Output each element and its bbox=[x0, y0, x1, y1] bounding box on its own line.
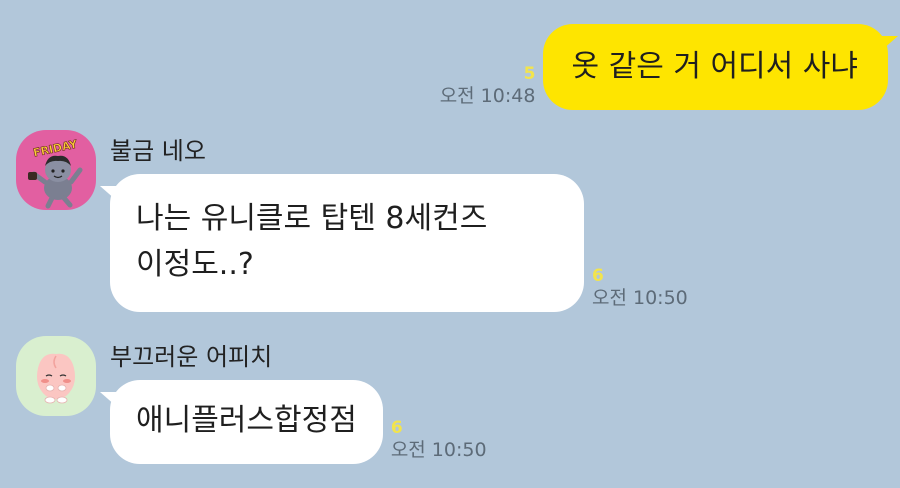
message-meta: 6 오전 10:50 bbox=[391, 418, 487, 462]
message-body: 부끄러운 어피치 애니플러스합정점 6 오전 10:50 bbox=[100, 336, 487, 464]
received-bubble[interactable]: 나는 유니클로 탑텐 8세컨즈 이정도..? bbox=[100, 174, 584, 312]
message-text-line: 나는 유니클로 탑텐 8세컨즈 bbox=[136, 201, 488, 236]
message-received: FRIDAY 불금 네오 나는 유니클로 탑텐 8세컨즈 이정도..? 6 오전… bbox=[16, 130, 688, 312]
unread-count: 5 bbox=[523, 64, 536, 84]
message-line: 나는 유니클로 탑텐 8세컨즈 이정도..? 6 오전 10:50 bbox=[100, 174, 688, 312]
sender-name[interactable]: 불금 네오 bbox=[110, 136, 688, 166]
message-received: 부끄러운 어피치 애니플러스합정점 6 오전 10:50 bbox=[16, 336, 487, 464]
message-body: 불금 네오 나는 유니클로 탑텐 8세컨즈 이정도..? 6 오전 10:50 bbox=[100, 130, 688, 312]
received-bubble[interactable]: 애니플러스합정점 bbox=[100, 380, 383, 464]
unread-count: 6 bbox=[390, 418, 403, 438]
message-text-line: 이정도..? bbox=[136, 247, 254, 282]
message-time: 오전 10:50 bbox=[592, 287, 688, 309]
chat-room: 5 오전 10:48 옷 같은 거 어디서 사냐 FRIDAY 불금 네오 나는… bbox=[0, 0, 900, 488]
message-meta: 6 오전 10:50 bbox=[592, 266, 688, 310]
sender-name[interactable]: 부끄러운 어피치 bbox=[110, 342, 487, 372]
message-text: 옷 같은 거 어디서 사냐 bbox=[571, 49, 858, 84]
message-meta: 5 오전 10:48 bbox=[440, 64, 536, 108]
message-sent: 5 오전 10:48 옷 같은 거 어디서 사냐 bbox=[440, 24, 898, 110]
avatar-image bbox=[16, 336, 96, 416]
message-time: 오전 10:48 bbox=[439, 85, 536, 107]
unread-count: 6 bbox=[592, 266, 604, 286]
sent-bubble[interactable]: 옷 같은 거 어디서 사냐 bbox=[543, 24, 898, 110]
message-text: 애니플러스합정점 bbox=[136, 403, 357, 438]
neo-friday-avatar-icon[interactable]: FRIDAY bbox=[16, 130, 96, 210]
apeach-avatar-icon[interactable] bbox=[16, 336, 96, 416]
message-line: 애니플러스합정점 6 오전 10:50 bbox=[100, 380, 487, 464]
message-time: 오전 10:50 bbox=[390, 439, 487, 461]
avatar-image: FRIDAY bbox=[16, 130, 96, 210]
